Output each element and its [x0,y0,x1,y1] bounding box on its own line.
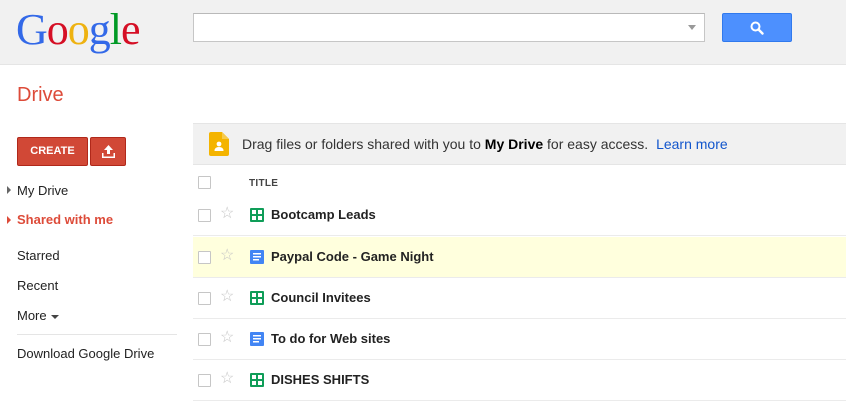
table-row[interactable]: ☆ DISHES SHIFTS [193,360,846,401]
row-checkbox[interactable] [198,209,211,222]
document-icon [250,332,264,346]
top-bar: Google [0,0,846,65]
sidebar-item-more[interactable]: More [17,308,59,323]
logo-letter: o [46,5,69,54]
info-banner: Drag files or folders shared with you to… [193,123,846,165]
file-name[interactable]: Bootcamp Leads [271,207,376,222]
spreadsheet-icon [250,208,264,222]
spreadsheet-icon [250,291,264,305]
google-logo[interactable]: Google [16,5,141,55]
star-icon[interactable]: ☆ [220,288,234,306]
sidebar-item-recent[interactable]: Recent [17,278,58,293]
search-icon [750,21,764,35]
document-icon [250,250,264,264]
column-header-title[interactable]: TITLE [249,178,278,189]
expand-arrow-icon[interactable] [7,216,11,224]
star-icon[interactable]: ☆ [220,329,234,347]
banner-text-bold: My Drive [484,136,544,152]
logo-letter: o [67,5,90,54]
banner-text-before: Drag files or folders shared with you to [242,136,485,152]
row-checkbox[interactable] [198,251,211,264]
app-bar: Drive [0,66,846,122]
sidebar-item-more-label: More [17,308,47,323]
upload-icon [102,145,115,158]
logo-letter: e [121,5,141,54]
app-title[interactable]: Drive [17,84,64,107]
create-button[interactable]: CREATE [17,137,88,166]
sidebar-divider [17,334,177,335]
expand-arrow-icon[interactable] [7,186,11,194]
select-all-checkbox[interactable] [198,176,211,189]
search-button[interactable] [722,13,792,42]
shared-folder-doc-icon [209,132,229,156]
table-row[interactable]: ☆ Paypal Code - Game Night [193,237,846,278]
sidebar-item-shared-with-me[interactable]: Shared with me [17,212,113,227]
file-name[interactable]: DISHES SHIFTS [271,372,369,387]
chevron-down-icon [50,314,59,319]
sidebar-item-my-drive[interactable]: My Drive [17,183,68,198]
banner-text-after: for easy access. [543,136,649,152]
row-checkbox[interactable] [198,292,211,305]
sidebar-item-starred[interactable]: Starred [17,248,60,263]
logo-letter: G [16,5,48,54]
star-icon[interactable]: ☆ [220,247,234,265]
search-input[interactable] [193,13,705,42]
sidebar-item-download-drive[interactable]: Download Google Drive [17,346,154,361]
file-name[interactable]: To do for Web sites [271,331,390,346]
row-checkbox[interactable] [198,333,211,346]
table-row[interactable]: ☆ Bootcamp Leads [193,196,846,236]
banner-message: Drag files or folders shared with you to… [242,136,728,152]
file-name[interactable]: Council Invitees [271,290,371,305]
table-row[interactable]: ☆ Council Invitees [193,278,846,319]
star-icon[interactable]: ☆ [220,370,234,388]
file-name[interactable]: Paypal Code - Game Night [271,249,434,264]
search-options-dropdown-icon[interactable] [688,25,696,30]
logo-letter: g [88,5,111,54]
spreadsheet-icon [250,373,264,387]
row-checkbox[interactable] [198,374,211,387]
logo-letter: l [109,5,122,54]
learn-more-link[interactable]: Learn more [656,136,728,152]
table-row[interactable]: ☆ To do for Web sites [193,319,846,360]
upload-button[interactable] [90,137,126,166]
star-icon[interactable]: ☆ [220,205,234,223]
